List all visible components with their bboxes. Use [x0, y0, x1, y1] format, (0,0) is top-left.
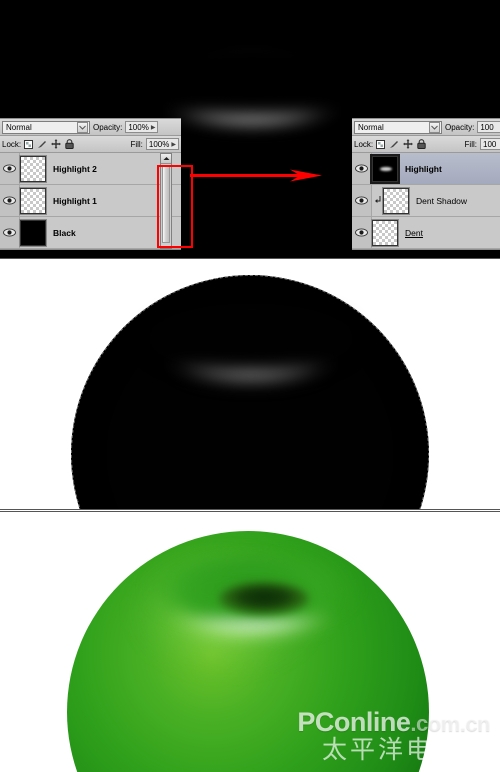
- eye-icon[interactable]: [352, 185, 372, 216]
- left-lock-label: Lock:: [2, 139, 22, 149]
- layer-name: Highlight: [405, 163, 442, 174]
- right-opacity-label: Opacity:: [445, 122, 475, 132]
- layer-row-highlight[interactable]: Highlight: [352, 153, 500, 185]
- right-lock-row: Lock: Fill: 100: [352, 136, 500, 153]
- bottom-apple-section: PConline.com.cn 太平洋电脑网: [0, 511, 500, 772]
- layer-thumbnail[interactable]: [382, 186, 410, 215]
- right-fill-value: 100: [483, 139, 497, 149]
- lock-all-icon[interactable]: [417, 139, 426, 149]
- left-fill-input[interactable]: 100% ▶: [145, 138, 179, 150]
- layer-thumbnail[interactable]: [19, 186, 47, 215]
- layer-thumbnail[interactable]: [19, 154, 47, 183]
- right-opacity-value: 100: [480, 122, 494, 132]
- right-fill-input[interactable]: 100: [480, 138, 500, 150]
- apple-dent-hole: [219, 582, 309, 616]
- opacity-slider-arrow-icon[interactable]: ▶: [151, 124, 156, 131]
- layer-name-edit-field[interactable]: Dent: [405, 228, 423, 238]
- layer-row-highlight-2[interactable]: Highlight 2: [0, 153, 181, 185]
- right-blend-row: Normal Opacity: 100: [352, 119, 500, 136]
- left-opacity-value: 100%: [128, 122, 149, 132]
- lock-position-icon[interactable]: [51, 139, 62, 149]
- layer-row-highlight-1[interactable]: Highlight 1: [0, 185, 181, 217]
- green-apple-image: PConline.com.cn 太平洋电脑网: [0, 512, 500, 772]
- layer-thumbnail[interactable]: [19, 218, 47, 247]
- eye-icon[interactable]: [0, 153, 20, 184]
- left-fill-label: Fill:: [130, 139, 143, 149]
- fill-slider-arrow-icon[interactable]: ▶: [171, 141, 176, 148]
- layers-panel-scrollbar[interactable]: [160, 153, 172, 249]
- lock-image-pixels-icon[interactable]: [389, 140, 399, 149]
- left-opacity-input[interactable]: 100% ▶: [125, 121, 159, 133]
- eye-icon[interactable]: [0, 217, 20, 248]
- eye-icon[interactable]: [352, 153, 372, 184]
- screenshot-root: Normal Opacity: 100% ▶ Lock: Fill: 100% …: [0, 0, 500, 772]
- layer-name: Black: [53, 227, 76, 238]
- layer-name: Highlight 2: [53, 163, 97, 174]
- right-fill-label: Fill:: [464, 139, 477, 149]
- left-blend-mode-value: Normal: [6, 122, 32, 132]
- sphere-lower-highlight-mask: [148, 303, 354, 373]
- right-lock-label: Lock:: [354, 139, 374, 149]
- layer-name: Highlight 1: [53, 195, 97, 206]
- black-sphere-image: [0, 259, 500, 509]
- layer-thumbnail[interactable]: [370, 153, 400, 184]
- left-fill-value: 100%: [148, 139, 170, 149]
- eye-icon[interactable]: [0, 185, 20, 216]
- layer-thumbnail[interactable]: [371, 218, 399, 247]
- right-blend-mode-value: Normal: [358, 122, 384, 132]
- left-layers-panel: Normal Opacity: 100% ▶ Lock: Fill: 100% …: [0, 118, 181, 250]
- lock-transparent-pixels-icon[interactable]: [24, 139, 34, 149]
- top-canvas-section: Normal Opacity: 100% ▶ Lock: Fill: 100% …: [0, 0, 500, 258]
- eye-icon[interactable]: [352, 217, 372, 248]
- layer-row-dent[interactable]: Dent: [352, 217, 500, 249]
- annotation-red-arrow: [190, 169, 322, 182]
- right-blend-mode-select[interactable]: Normal: [354, 120, 442, 134]
- lock-image-pixels-icon[interactable]: [37, 140, 47, 149]
- lower-crescent-mask: [150, 46, 356, 118]
- clipping-mask-icon: [372, 196, 383, 205]
- lock-all-icon[interactable]: [65, 139, 74, 149]
- layer-name: Dent Shadow: [416, 195, 468, 206]
- middle-sphere-section: [0, 258, 500, 510]
- right-layers-panel: Normal Opacity: 100 Lock: Fill: 100 High…: [352, 118, 500, 250]
- left-layer-list: Highlight 2 Highlight 1 Black: [0, 153, 181, 249]
- right-layer-list: Highlight Dent Shadow Dent: [352, 153, 500, 249]
- layer-row-dent-shadow[interactable]: Dent Shadow: [352, 185, 500, 217]
- left-blend-row: Normal Opacity: 100% ▶: [0, 119, 181, 136]
- watermark-chinese-box-text: 网: [461, 735, 490, 764]
- lock-transparent-pixels-icon[interactable]: [376, 139, 386, 149]
- right-opacity-input[interactable]: 100: [477, 121, 500, 133]
- scrollbar-thumb[interactable]: [162, 165, 170, 243]
- lock-position-icon[interactable]: [403, 139, 414, 149]
- chevron-down-icon[interactable]: [77, 121, 88, 133]
- left-blend-mode-select[interactable]: Normal: [2, 120, 90, 134]
- scroll-up-arrow-icon[interactable]: [161, 154, 171, 164]
- chevron-down-icon[interactable]: [429, 121, 440, 133]
- layer-row-black[interactable]: Black: [0, 217, 181, 249]
- left-opacity-label: Opacity:: [93, 122, 123, 132]
- left-lock-row: Lock: Fill: 100% ▶: [0, 136, 181, 153]
